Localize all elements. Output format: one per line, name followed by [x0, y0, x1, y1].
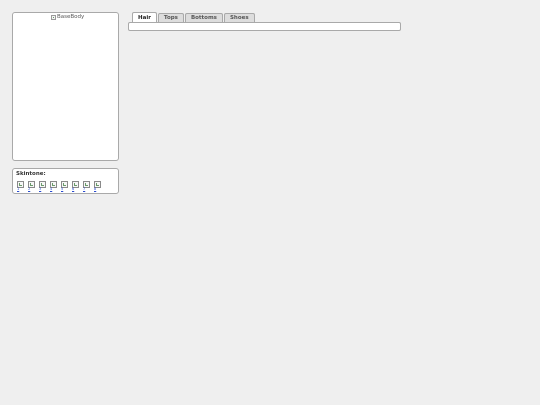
- skintone-swatch-text: 6: [72, 187, 75, 191]
- tab-shoes[interactable]: Shoes: [223, 13, 255, 22]
- skintone-swatch-5[interactable]: 5: [61, 181, 72, 191]
- page: BaseBody Skintone: 1 2 3 4 5 6 7 8 Hair …: [0, 0, 540, 405]
- broken-image-icon: [51, 14, 56, 20]
- tab-tops[interactable]: Tops: [157, 13, 184, 22]
- character-preview-panel: BaseBody: [12, 12, 119, 161]
- skintone-label: Skintone:: [16, 171, 46, 177]
- skintone-swatches: 1 2 3 4 5 6 7 8: [17, 181, 105, 191]
- skintone-swatch-text: 1: [17, 187, 20, 191]
- tab-hair[interactable]: Hair: [132, 12, 157, 22]
- skintone-swatch-text: 5: [61, 187, 64, 191]
- skintone-swatch-3[interactable]: 3: [39, 181, 50, 191]
- clothing-tabs: Hair Tops Bottoms Shoes: [132, 12, 256, 22]
- skintone-swatch-text: 2: [28, 187, 31, 191]
- skintone-swatch-6[interactable]: 6: [72, 181, 83, 191]
- skintone-swatch-2[interactable]: 2: [28, 181, 39, 191]
- skintone-swatch-8[interactable]: 8: [94, 181, 105, 191]
- tab-bottoms[interactable]: Bottoms: [184, 13, 223, 22]
- skintone-swatch-text: 3: [39, 187, 42, 191]
- base-body-image: BaseBody: [51, 13, 84, 21]
- skintone-swatch-text: 8: [94, 187, 97, 191]
- skintone-swatch-4[interactable]: 4: [50, 181, 61, 191]
- skintone-swatch-1[interactable]: 1: [17, 181, 28, 191]
- skintone-swatch-text: 7: [83, 187, 86, 191]
- skintone-swatch-text: 4: [50, 187, 53, 191]
- base-body-alt-text: BaseBody: [57, 14, 85, 20]
- tab-content-panel: [128, 22, 401, 31]
- skintone-panel: Skintone: 1 2 3 4 5 6 7 8: [12, 168, 119, 194]
- skintone-swatch-7[interactable]: 7: [83, 181, 94, 191]
